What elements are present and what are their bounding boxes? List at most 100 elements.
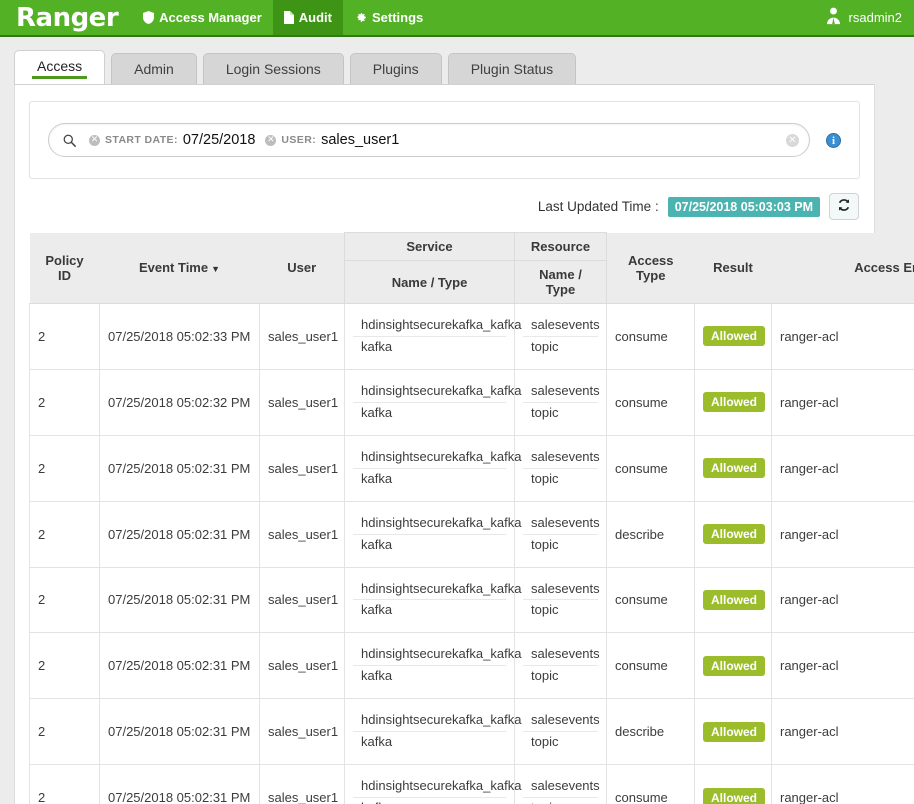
- nav-item-access-manager[interactable]: Access Manager: [132, 0, 273, 35]
- header-group-resource: Resource: [515, 233, 607, 261]
- cell-policy-id[interactable]: 2: [30, 501, 100, 567]
- cell-policy-id[interactable]: 2: [30, 304, 100, 370]
- cell-event-time: 07/25/2018 05:02:31 PM: [100, 567, 260, 633]
- cell-resource-name: salesevents: [523, 641, 598, 666]
- cell-resource-type: topic: [523, 732, 598, 756]
- cell-user: sales_user1: [260, 369, 345, 435]
- cell-resource-name: salesevents: [523, 707, 598, 732]
- cell-access-type: consume: [607, 765, 695, 804]
- cell-access-type: consume: [607, 435, 695, 501]
- remove-facet-start-date-icon[interactable]: ✕: [89, 135, 100, 146]
- cell-service-name: hdinsightsecurekafka_kafka: [353, 312, 506, 337]
- nav-item-audit[interactable]: Audit: [273, 0, 343, 35]
- clear-search-icon[interactable]: ✕: [786, 134, 799, 147]
- search-facet-user-label: USER:: [281, 134, 316, 146]
- table-row: 207/25/2018 05:02:32 PMsales_user1 hdinsi…: [30, 369, 914, 435]
- cell-result: Allowed: [695, 501, 772, 567]
- search-facet-start-date[interactable]: ✕ START DATE: 07/25/2018: [89, 132, 255, 148]
- tab-login-sessions[interactable]: Login Sessions: [203, 53, 344, 84]
- header-service-name-type: Name / Type: [345, 261, 515, 304]
- cell-access-type: consume: [607, 567, 695, 633]
- sort-desc-icon: ▼: [211, 264, 220, 274]
- info-icon[interactable]: i: [826, 133, 841, 148]
- nav-item-settings[interactable]: Settings: [343, 0, 434, 35]
- cell-policy-id[interactable]: 2: [30, 369, 100, 435]
- cell-event-time: 07/25/2018 05:02:31 PM: [100, 765, 260, 804]
- search-input[interactable]: ✕ START DATE: 07/25/2018 ✕ USER: sales_u…: [48, 123, 810, 157]
- tab-admin[interactable]: Admin: [111, 53, 197, 84]
- status-badge: Allowed: [703, 788, 765, 804]
- cell-access-enforcer: ranger-acl: [772, 435, 914, 501]
- cell-service-type: kafka: [353, 469, 506, 493]
- search-facet-user[interactable]: ✕ USER: sales_user1: [265, 132, 399, 148]
- app-logo[interactable]: Ranger: [0, 0, 132, 35]
- last-updated-row: Last Updated Time : 07/25/2018 05:03:03 …: [29, 179, 860, 232]
- cell-resource-name: salesevents: [523, 773, 598, 798]
- cell-policy-id[interactable]: 2: [30, 435, 100, 501]
- header-result[interactable]: Result: [695, 233, 772, 304]
- table-body: 207/25/2018 05:02:33 PMsales_user1hdinsi…: [30, 304, 914, 804]
- nav-item-settings-label: Settings: [372, 10, 423, 25]
- cell-resource-name-type: saleseventstopic: [515, 567, 607, 633]
- cell-service-type: kafka: [353, 535, 506, 559]
- tab-plugin-status-label: Plugin Status: [471, 61, 554, 77]
- cell-resource-type: topic: [523, 535, 598, 559]
- status-badge: Allowed: [703, 326, 765, 346]
- cell-service-name: hdinsightsecurekafka_kafka: [353, 378, 506, 403]
- cell-event-time: 07/25/2018 05:02:31 PM: [100, 633, 260, 699]
- tab-access[interactable]: Access: [14, 50, 105, 84]
- status-badge: Allowed: [703, 590, 765, 610]
- search-facet-start-date-value: 07/25/2018: [183, 132, 256, 148]
- cell-access-enforcer: ranger-acl: [772, 501, 914, 567]
- table-row: 207/25/2018 05:02:31 PMsales_user1hdinsi…: [30, 765, 914, 804]
- cell-result: Allowed: [695, 567, 772, 633]
- status-badge: Allowed: [703, 656, 765, 676]
- cell-resource-type: topic: [523, 337, 598, 361]
- cell-user: sales_user1: [260, 567, 345, 633]
- cell-access-enforcer: ranger-acl: [772, 633, 914, 699]
- cell-policy-id[interactable]: 2: [30, 765, 100, 804]
- cell-resource-type: topic: [523, 469, 598, 493]
- refresh-button[interactable]: [829, 193, 859, 220]
- header-policy-id[interactable]: Policy ID: [30, 233, 100, 304]
- nav-item-audit-label: Audit: [299, 10, 332, 25]
- cell-service-type: kafka: [353, 732, 506, 756]
- cell-service-name: hdinsightsecurekafka_kafka: [353, 773, 506, 798]
- cell-policy-id[interactable]: 2: [30, 633, 100, 699]
- last-updated-value: 07/25/2018 05:03:03 PM: [668, 197, 820, 217]
- cell-resource-name: salesevents: [523, 312, 598, 337]
- cell-resource-name-type: saleseventstopic: [515, 501, 607, 567]
- cell-policy-id[interactable]: 2: [30, 699, 100, 765]
- tab-plugins[interactable]: Plugins: [350, 53, 442, 84]
- cell-event-time: 07/25/2018 05:02:31 PM: [100, 435, 260, 501]
- table-row: 207/25/2018 05:02:31 PMsales_user1hdinsi…: [30, 633, 914, 699]
- header-access-enforcer[interactable]: Access Enforcer: [772, 233, 914, 304]
- cell-resource-type: topic: [523, 600, 598, 624]
- cell-event-time: 07/25/2018 05:02:32 PM: [100, 369, 260, 435]
- tab-strip-container: Access Admin Login Sessions Plugins Plug…: [0, 37, 914, 84]
- refresh-icon: [837, 198, 851, 215]
- tab-plugin-status[interactable]: Plugin Status: [448, 53, 577, 84]
- cell-user: sales_user1: [260, 501, 345, 567]
- header-resource-name-type: Name / Type: [515, 261, 607, 304]
- cell-service-type: kafka: [353, 600, 506, 624]
- audit-access-table: Policy ID Event Time▼ User Service Resou…: [29, 232, 914, 804]
- search-area: ✕ START DATE: 07/25/2018 ✕ USER: sales_u…: [29, 101, 860, 179]
- user-menu[interactable]: rsadmin2: [825, 0, 902, 35]
- cell-result: Allowed: [695, 304, 772, 370]
- status-badge: Allowed: [703, 524, 765, 544]
- header-access-type[interactable]: Access Type: [607, 233, 695, 304]
- status-badge: Allowed: [703, 458, 765, 478]
- header-user[interactable]: User: [260, 233, 345, 304]
- cell-resource-name-type: saleseventstopic: [515, 633, 607, 699]
- header-event-time[interactable]: Event Time▼: [100, 233, 260, 304]
- search-facet-user-value: sales_user1: [321, 132, 399, 148]
- audit-access-panel: ✕ START DATE: 07/25/2018 ✕ USER: sales_u…: [14, 84, 875, 804]
- top-navigation-bar: Ranger Access Manager Audit Settings rsa…: [0, 0, 914, 37]
- nav-item-access-manager-label: Access Manager: [159, 10, 262, 25]
- cell-resource-name-type: saleseventstopic: [515, 435, 607, 501]
- cell-policy-id[interactable]: 2: [30, 567, 100, 633]
- remove-facet-user-icon[interactable]: ✕: [265, 135, 276, 146]
- cell-resource-type: topic: [523, 798, 598, 804]
- header-group-service: Service: [345, 233, 515, 261]
